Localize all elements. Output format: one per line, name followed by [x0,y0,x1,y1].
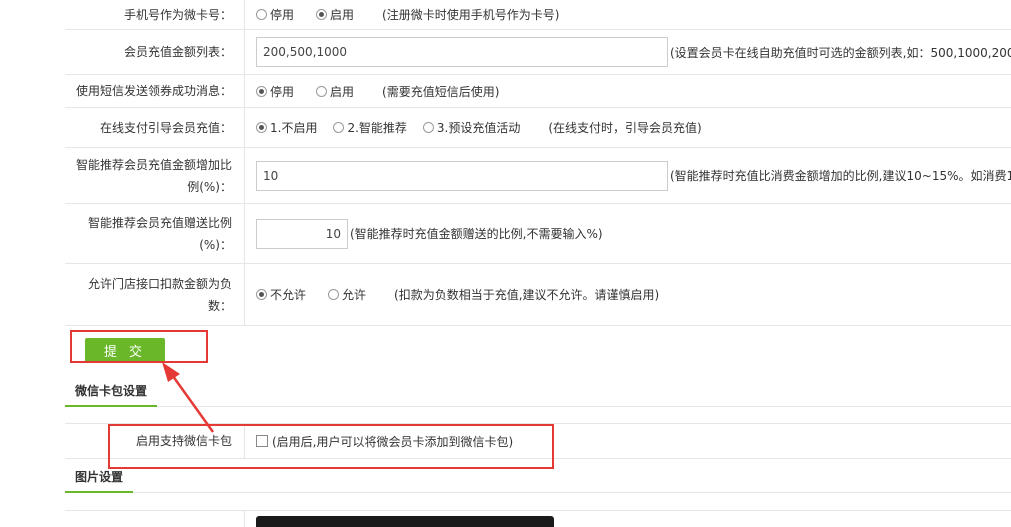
hint-allow-negative: (扣款为负数相当于充值,建议不允许。请谨慎启用) [394,288,660,302]
wechat-card-checkbox[interactable] [256,435,268,447]
row-smart-bonus: 智能推荐会员充值赠送比例 (%)： 10 (智能推荐时充值金额赠送的比例,不需要输… [65,204,1011,264]
hint-wechat-card: (启用后,用户可以将微会员卡添加到微信卡包) [272,434,514,449]
label-sms-coupon: 使用短信发送领券成功消息： [65,75,245,107]
option-label: 启用 [330,8,355,22]
option-label: 3.预设充值活动 [436,121,521,135]
hint-phone-as-card: (注册微卡时使用手机号作为卡号) [382,8,560,22]
image-preview [256,516,554,527]
section-image-settings: 图片设置 [65,463,1011,493]
label-line: 例(%)： [187,179,232,194]
row-wechat-card: 启用支持微信卡包 (启用后,用户可以将微会员卡添加到微信卡包) [65,423,1011,459]
label-allow-negative: 允许门店接口扣款金额为负数： [65,264,245,325]
row-phone-as-card: 手机号作为微卡号： 停用 启用 (注册微卡时使用手机号作为卡号) [65,0,1011,30]
row-image-preview [65,510,1011,527]
row-online-pay-guide: 在线支付引导会员充值： 1.不启用 2.智能推荐 3.预设充值活动 (在线支付时… [65,108,1011,148]
smart-bonus-input[interactable]: 10 [256,218,348,249]
radio-negative-allow[interactable]: 允许 [328,286,366,303]
row-sms-coupon: 使用短信发送领券成功消息： 停用 启用 (需要充值短信后使用) [65,75,1011,108]
hint-recharge-list: (设置会员卡在线自助充值时可选的金额列表,如：500,1000,2000 [670,45,1011,60]
row-smart-increase: 智能推荐会员充值金额增加比例(%)： 10 (智能推荐时充值比消费金额增加的比例… [65,148,1011,204]
label-recharge-list: 会员充值金额列表： [65,30,245,74]
radio-icon[interactable] [422,122,434,133]
label-wechat-card: 启用支持微信卡包 [65,424,245,458]
radio-sms-enable[interactable]: 启用 [316,83,354,100]
submit-button[interactable]: 提 交 [85,338,165,363]
label-smart-increase: 智能推荐会员充值金额增加比例(%)： [65,148,245,203]
radio-icon[interactable] [256,289,267,300]
label-smart-bonus: 智能推荐会员充值赠送比例 (%)： [65,204,245,263]
radio-icon[interactable] [256,85,267,97]
radio-icon[interactable] [256,122,267,133]
row-allow-negative: 允许门店接口扣款金额为负数： 不允许 允许 (扣款为负数相当于充值,建议不允许。… [65,264,1011,326]
hint-smart-increase: (智能推荐时充值比消费金额增加的比例,建议10~15%。如消费10 [670,169,1011,183]
option-label: 停用 [270,84,295,99]
row-recharge-list: 会员充值金额列表： 200,500,1000 (设置会员卡在线自助充值时可选的金… [65,30,1011,75]
radio-guide-off[interactable]: 1.不启用 [256,119,317,136]
option-label: 2.智能推荐 [347,121,407,135]
radio-guide-preset[interactable]: 3.预设充值活动 [422,119,521,136]
radio-guide-smart[interactable]: 2.智能推荐 [333,119,407,136]
radio-icon[interactable] [316,85,328,97]
label-online-pay-guide: 在线支付引导会员充值： [65,108,245,147]
label-phone-as-card: 手机号作为微卡号： [65,0,245,29]
label-line: 允许门店接口扣款金额为负 [87,276,232,291]
label-line: 数： [207,298,232,313]
hint-sms-coupon: (需要充值短信后使用) [382,84,500,99]
hint-online-pay-guide: (在线支付时，引导会员充值) [548,121,702,135]
label-line: 智能推荐会员充值金额增加比 [75,157,232,172]
option-label: 启用 [330,84,355,99]
radio-phone-disable[interactable]: 停用 [256,6,294,23]
radio-icon[interactable] [333,122,345,133]
radio-icon[interactable] [316,9,328,20]
section-title-wechat-card[interactable]: 微信卡包设置 [65,377,158,407]
option-label: 允许 [342,288,367,302]
label-line: (%)： [199,237,232,252]
smart-increase-input[interactable]: 10 [256,160,668,191]
radio-sms-disable[interactable]: 停用 [256,83,294,100]
hint-smart-bonus: (智能推荐时充值金额赠送的比例,不需要输入%) [350,227,603,241]
label-line: 智能推荐会员充值赠送比例 [87,215,232,230]
recharge-list-input[interactable]: 200,500,1000 [256,37,668,67]
option-label: 不允许 [270,288,307,302]
radio-negative-disallow[interactable]: 不允许 [256,286,306,303]
option-label: 停用 [270,8,295,22]
label-image-preview [65,511,245,527]
section-title-image-settings[interactable]: 图片设置 [65,463,134,493]
option-label: 1.不启用 [270,121,318,135]
section-wechat-card: 微信卡包设置 [65,377,1011,407]
radio-icon[interactable] [328,289,340,300]
radio-icon[interactable] [256,9,267,20]
radio-phone-enable[interactable]: 启用 [316,6,354,23]
